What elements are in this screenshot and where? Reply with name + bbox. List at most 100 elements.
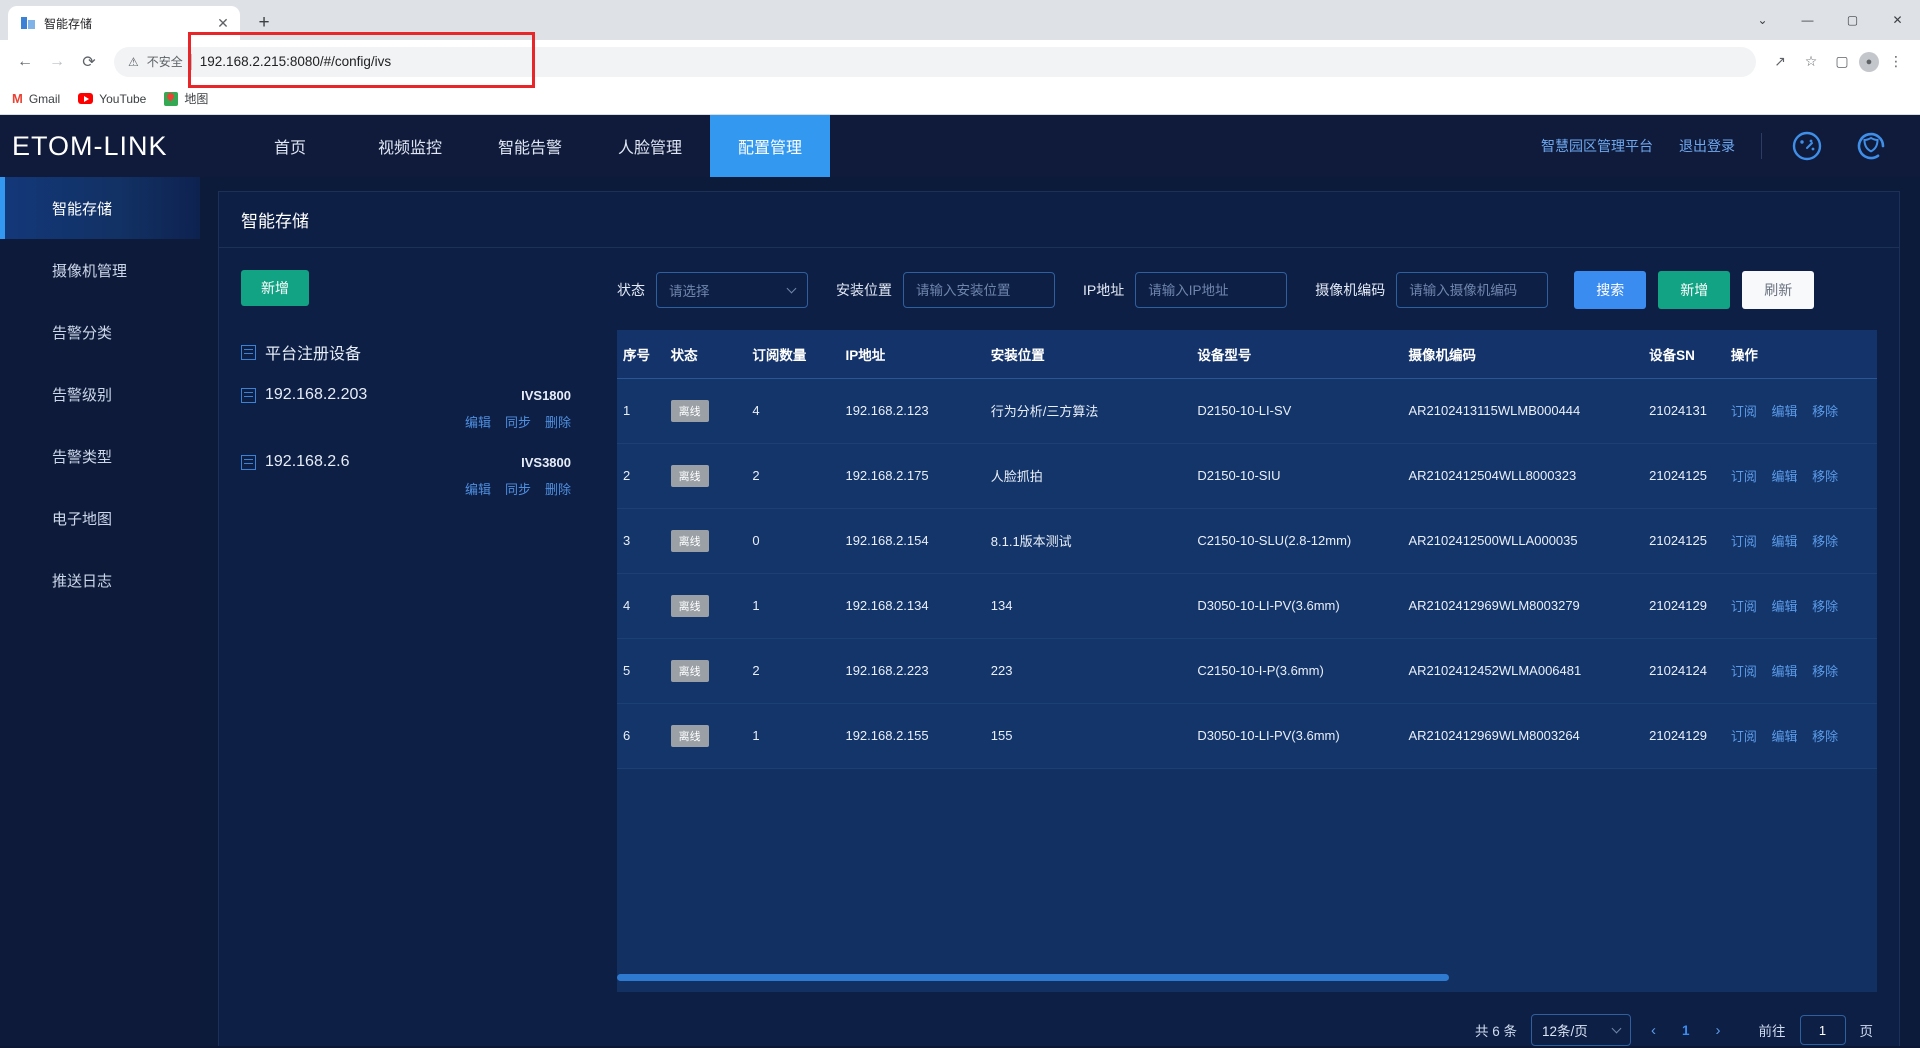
remove-link[interactable]: 移除 (1812, 469, 1838, 484)
camera-code-input[interactable] (1396, 272, 1549, 308)
tree-delete-link[interactable]: 删除 (545, 479, 571, 498)
remove-link[interactable]: 移除 (1812, 534, 1838, 549)
share-icon[interactable]: ↗ (1766, 48, 1794, 76)
goto-page-input[interactable] (1799, 1015, 1846, 1045)
table-header-row: 序号 状态 订阅数量 IP地址 安装位置 设备型号 摄像机编码 设备SN 操作 (617, 330, 1877, 379)
next-page-button[interactable]: › (1710, 1022, 1727, 1039)
tree-sync-link[interactable]: 同步 (505, 479, 531, 498)
status-select[interactable]: 请选择 (656, 272, 808, 308)
table-row[interactable]: 1 离线 4 192.168.2.123 行为分析/三方算法 D2150-10-… (617, 378, 1877, 444)
sidebar-item-camera-management[interactable]: 摄像机管理 (0, 239, 200, 301)
location-input[interactable] (903, 272, 1055, 308)
back-icon[interactable]: ← (10, 47, 40, 77)
edit-link[interactable]: 编辑 (1771, 404, 1797, 419)
scrollbar-thumb[interactable] (617, 974, 1449, 981)
sidebar-item-push-log[interactable]: 推送日志 (0, 549, 200, 611)
cell-ip: 192.168.2.154 (839, 508, 985, 574)
subscribe-link[interactable]: 订阅 (1731, 404, 1757, 419)
nav-tab-face-management[interactable]: 人脸管理 (590, 115, 710, 177)
camera-code-filter-label: 摄像机编码 (1315, 282, 1386, 298)
forward-icon[interactable]: → (42, 47, 72, 77)
cell-location: 223 (984, 638, 1192, 704)
subscribe-link[interactable]: 订阅 (1731, 664, 1757, 679)
tree-delete-link[interactable]: 删除 (545, 412, 571, 431)
add-button[interactable]: 新增 (1658, 271, 1731, 309)
prev-page-button[interactable]: ‹ (1645, 1022, 1662, 1039)
edit-link[interactable]: 编辑 (1771, 664, 1797, 679)
subscribe-link[interactable]: 订阅 (1731, 729, 1757, 744)
reload-icon[interactable]: ⟳ (74, 47, 104, 77)
minimize-button[interactable]: — (1785, 4, 1830, 36)
bookmark-youtube[interactable]: YouTube (78, 92, 146, 106)
tree-row[interactable]: 192.168.2.203 IVS1800 (241, 386, 609, 404)
table-row[interactable]: 3 离线 0 192.168.2.154 8.1.1版本测试 C2150-10-… (617, 508, 1877, 574)
new-tab-button[interactable]: + (250, 9, 278, 37)
tree-edit-link[interactable]: 编辑 (465, 479, 491, 498)
cell-ip: 192.168.2.223 (839, 638, 985, 704)
table-row[interactable]: 2 离线 2 192.168.2.175 人脸抓拍 D2150-10-SIU A… (617, 443, 1877, 509)
table-row[interactable]: 5 离线 2 192.168.2.223 223 C2150-10-I-P(3.… (617, 638, 1877, 704)
subscribe-link[interactable]: 订阅 (1731, 534, 1757, 549)
remove-link[interactable]: 移除 (1812, 599, 1838, 614)
filter-buttons: 搜索 新增 刷新 (1574, 271, 1815, 309)
tree-node-device-203[interactable]: 192.168.2.203 IVS1800 编辑 同步 删除 (241, 386, 609, 431)
nav-tab-home[interactable]: 首页 (230, 115, 350, 177)
table-row[interactable]: 4 离线 1 192.168.2.134 134 D3050-10-LI-PV(… (617, 573, 1877, 639)
tree-edit-link[interactable]: 编辑 (465, 412, 491, 431)
tree-row[interactable]: 192.168.2.6 IVS3800 (241, 453, 609, 471)
window-close-button[interactable]: ✕ (1875, 4, 1920, 36)
refresh-button[interactable]: 刷新 (1742, 271, 1815, 309)
chevron-down-icon[interactable]: ⌄ (1740, 4, 1785, 36)
table-row[interactable]: 6 离线 1 192.168.2.155 155 D3050-10-LI-PV(… (617, 703, 1877, 769)
profile-avatar-icon[interactable]: ● (1859, 51, 1879, 72)
nav-tab-smart-alarm[interactable]: 智能告警 (470, 115, 590, 177)
dashboard-gauge-icon[interactable] (1788, 127, 1826, 165)
browser-menu-icon[interactable]: ⋮ (1882, 48, 1910, 76)
sidebar-item-smart-storage[interactable]: 智能存储 (0, 177, 200, 239)
cell-subscriptions: 1 (746, 573, 840, 639)
page-size-select[interactable]: 12条/页 (1530, 1014, 1631, 1046)
platform-link[interactable]: 智慧园区管理平台 (1541, 136, 1653, 156)
address-bar[interactable]: ⚠ 不安全 192.168.2.215:8080/#/config/ivs (114, 46, 1756, 77)
tree-node-platform[interactable]: 平台注册设备 (241, 340, 609, 364)
ip-input[interactable] (1135, 272, 1288, 308)
close-icon[interactable]: ✕ (214, 14, 232, 32)
tree-add-button[interactable]: 新增 (241, 270, 309, 306)
tree-sync-link[interactable]: 同步 (505, 412, 531, 431)
cell-index: 1 (617, 378, 665, 444)
sidebar-item-alarm-level[interactable]: 告警级别 (0, 363, 200, 425)
nav-tab-video-monitor[interactable]: 视频监控 (350, 115, 470, 177)
status-badge: 离线 (670, 724, 709, 747)
subscribe-link[interactable]: 订阅 (1731, 599, 1757, 614)
cell-ip: 192.168.2.175 (839, 443, 985, 509)
edit-link[interactable]: 编辑 (1771, 534, 1797, 549)
remove-link[interactable]: 移除 (1812, 664, 1838, 679)
tree-row[interactable]: 平台注册设备 (241, 340, 609, 364)
browser-tab[interactable]: 智能存储 ✕ (8, 6, 240, 40)
maximize-button[interactable]: ▢ (1830, 4, 1875, 36)
sidebar-item-electronic-map[interactable]: 电子地图 (0, 487, 200, 549)
sidebar-item-alarm-type[interactable]: 告警类型 (0, 425, 200, 487)
tree-node-device-6[interactable]: 192.168.2.6 IVS3800 编辑 同步 删除 (241, 453, 609, 498)
cell-camera-code: AR2102412969WLM8003279 (1402, 573, 1644, 639)
shield-eye-icon[interactable] (1852, 127, 1890, 165)
star-icon[interactable]: ☆ (1797, 48, 1825, 76)
nav-tab-config-management[interactable]: 配置管理 (710, 115, 831, 177)
top-navigation-bar: ETOM-LINK 首页 视频监控 智能告警 人脸管理 配置管理 智慧园区管理平… (0, 115, 1920, 177)
page-number-1[interactable]: 1 (1676, 1023, 1696, 1038)
logout-link[interactable]: 退出登录 (1679, 136, 1735, 156)
search-button[interactable]: 搜索 (1574, 271, 1647, 309)
subscribe-link[interactable]: 订阅 (1731, 469, 1757, 484)
edit-link[interactable]: 编辑 (1771, 729, 1797, 744)
edit-link[interactable]: 编辑 (1771, 469, 1797, 484)
remove-link[interactable]: 移除 (1812, 404, 1838, 419)
bookmark-maps[interactable]: 地图 (164, 90, 208, 107)
table-horizontal-scrollbar[interactable] (617, 970, 1877, 992)
edit-link[interactable]: 编辑 (1771, 599, 1797, 614)
page-unit-label: 页 (1859, 1024, 1874, 1039)
side-panel-icon[interactable]: ▢ (1828, 48, 1856, 76)
page-size-value: 12条/页 (1541, 1024, 1588, 1039)
remove-link[interactable]: 移除 (1812, 729, 1838, 744)
sidebar-item-alarm-category[interactable]: 告警分类 (0, 301, 200, 363)
bookmark-gmail[interactable]: M Gmail (12, 91, 60, 106)
